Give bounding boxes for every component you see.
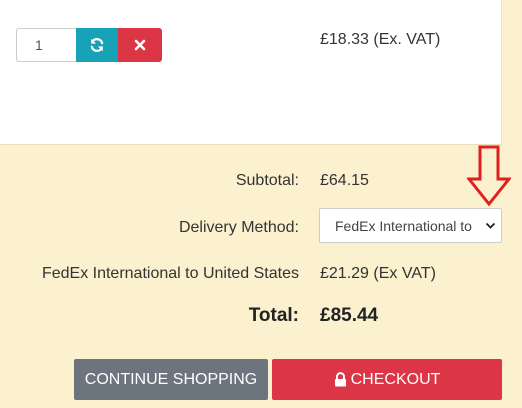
checkout-label: CHECKOUT (350, 370, 441, 388)
arrow-down-icon (467, 145, 511, 207)
quantity-group (16, 28, 162, 62)
close-icon (134, 39, 146, 51)
refresh-icon (90, 38, 104, 52)
chevron-down-icon (485, 222, 496, 229)
remove-item-button[interactable] (118, 28, 162, 62)
subtotal-value: £64.15 (320, 172, 369, 189)
total-label: Total: (248, 305, 299, 326)
continue-shopping-label: CONTINUE SHOPPING (84, 370, 258, 388)
delivery-method-select[interactable]: FedEx International to (319, 208, 502, 243)
quantity-input[interactable] (16, 28, 76, 62)
update-quantity-button[interactable] (76, 28, 118, 62)
cart-item-panel: £18.33 (Ex. VAT) (0, 0, 502, 145)
delivery-method-label: Delivery Method: (178, 219, 299, 236)
checkout-button[interactable]: CHECKOUT (272, 359, 502, 400)
lock-icon (334, 372, 346, 387)
item-price: £18.33 (Ex. VAT) (320, 31, 441, 48)
delivery-method-selected: FedEx International to (335, 217, 472, 234)
subtotal-label: Subtotal: (235, 172, 299, 189)
total-value: £85.44 (320, 305, 379, 326)
shipping-value: £21.29 (Ex VAT) (320, 265, 436, 282)
shipping-label: FedEx International to United States (41, 265, 299, 282)
continue-shopping-button[interactable]: CONTINUE SHOPPING (74, 359, 268, 400)
